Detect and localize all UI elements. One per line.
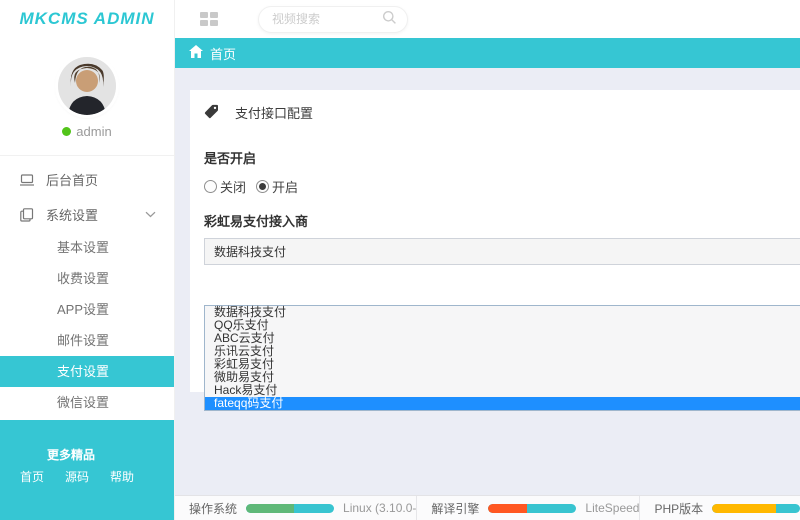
user-row: admin [0,124,174,139]
status-engine-value: LiteSpeed [585,501,639,515]
sidebar-subitem-payment[interactable]: 支付设置 [0,356,174,387]
sidebar-nav: 后台首页 系统设置 基本设置 收费设置 APP设置 邮件设置 支付设置 微信设置 [0,162,174,418]
status-php-progressbar [712,504,800,513]
radio-close-label: 关闭 [220,177,246,196]
status-engine: 解译引擎 LiteSpeed [416,496,639,520]
provider-select[interactable]: 数据科技支付 [204,238,800,265]
avatar-wrap [0,57,174,115]
footer-link-help[interactable]: 帮助 [110,468,134,485]
sidebar-item-dashboard[interactable]: 后台首页 [0,162,174,197]
breadcrumb: 首页 [175,38,800,68]
sidebar-item-label: 系统设置 [46,205,98,224]
tag-icon [204,104,219,122]
radio-close-icon [204,180,217,193]
status-engine-label: 解译引擎 [431,500,479,517]
status-php-label: PHP版本 [654,500,703,517]
search-icon[interactable] [382,10,397,28]
provider-dropdown: 数据科技支付 QQ乐支付 ABC云支付 乐讯云支付 彩虹易支付 微助易支付 Ha… [204,305,800,411]
panel-title: 支付接口配置 [235,103,313,122]
dropdown-option[interactable]: Hack易支付 [205,384,800,397]
main-area: 首页 支付接口配置 是否开启 关闭 开启 彩虹易支付接入商 [175,0,800,520]
sidebar-divider [0,155,174,156]
avatar-image [58,57,116,115]
sidebar-footer: 更多精品 首页 源码 帮助 [0,420,174,520]
home-icon [189,45,203,61]
provider-label: 彩虹易支付接入商 [204,211,800,230]
status-bar: 操作系统 Linux (3.10.0- 解译引擎 LiteSpeed PHP版本… [175,495,800,520]
sidebar-subitem-app[interactable]: APP设置 [0,294,174,325]
footer-title: 更多精品 [47,446,174,463]
dropdown-option[interactable]: ABC云支付 [205,332,800,345]
search-box [258,6,408,33]
topbar [175,0,800,38]
dropdown-option[interactable]: 数据科技支付 [205,306,800,319]
status-php: PHP版本 5.6.40 [639,496,800,520]
enable-label: 是否开启 [204,148,800,167]
online-dot-icon [62,127,71,136]
sidebar-item-label: 后台首页 [46,170,98,189]
content: 支付接口配置 是否开启 关闭 开启 彩虹易支付接入商 数据科技支付 数据科技支付 [175,68,800,495]
radio-close[interactable]: 关闭 [204,177,246,196]
username: admin [76,124,111,139]
breadcrumb-home[interactable]: 首页 [210,44,236,63]
provider-select-value: 数据科技支付 [214,243,286,260]
radio-open-label: 开启 [272,177,298,196]
dropdown-option[interactable]: 乐讯云支付 [205,345,800,358]
sidebar-item-system-settings[interactable]: 系统设置 [0,197,174,232]
search-input[interactable] [272,12,382,26]
enable-radio-group: 关闭 开启 [204,177,800,196]
apps-grid-icon[interactable] [200,12,218,26]
dropdown-option[interactable]: QQ乐支付 [205,319,800,332]
panel-header: 支付接口配置 [204,103,800,122]
sidebar: MKCMS ADMIN admin 后台首页 [0,0,175,520]
dropdown-option-highlighted[interactable]: fateqq码支付 [205,397,800,410]
payment-config-panel: 支付接口配置 是否开启 关闭 开启 彩虹易支付接入商 数据科技支付 数据科技支付 [190,90,800,392]
footer-link-home[interactable]: 首页 [20,468,44,485]
footer-link-source[interactable]: 源码 [65,468,89,485]
dropdown-option[interactable]: 微助易支付 [205,371,800,384]
brand-logo: MKCMS ADMIN [0,0,174,29]
sidebar-subitem-mail[interactable]: 邮件设置 [0,325,174,356]
chevron-down-icon [145,211,156,218]
dropdown-option[interactable]: 彩虹易支付 [205,358,800,371]
footer-links: 首页 源码 帮助 [20,468,174,485]
status-os-label: 操作系统 [189,500,237,517]
radio-open-icon [256,180,269,193]
sidebar-subitem-basic[interactable]: 基本设置 [0,232,174,263]
laptop-icon [19,172,35,188]
copy-icon [19,207,35,223]
status-os-value: Linux (3.10.0- [343,501,416,515]
sidebar-subitem-wechat[interactable]: 微信设置 [0,387,174,418]
status-os-progressbar [246,504,334,513]
sidebar-subitem-billing[interactable]: 收费设置 [0,263,174,294]
avatar[interactable] [58,57,116,115]
status-engine-progressbar [488,504,576,513]
status-os: 操作系统 Linux (3.10.0- [175,496,416,520]
radio-open[interactable]: 开启 [256,177,298,196]
